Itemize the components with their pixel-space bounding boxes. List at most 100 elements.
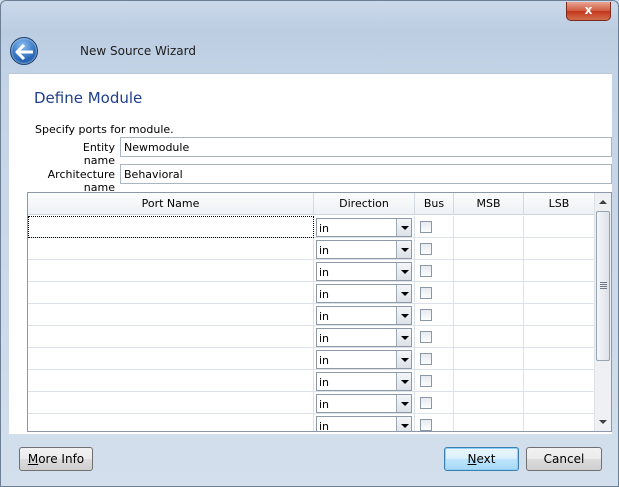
lsb-cell[interactable]	[524, 282, 595, 304]
bus-checkbox[interactable]	[420, 353, 432, 365]
bus-checkbox[interactable]	[420, 243, 432, 255]
msb-cell[interactable]	[454, 392, 524, 414]
ports-grid: Port Name Direction Bus MSB LSB in in in in…	[27, 192, 612, 432]
back-button[interactable]	[10, 37, 38, 65]
bus-checkbox[interactable]	[420, 331, 432, 343]
lsb-cell[interactable]	[524, 392, 595, 414]
chevron-down-icon[interactable]	[396, 351, 411, 368]
port-name-cell[interactable]	[28, 216, 314, 238]
direction-select[interactable]: in	[316, 262, 412, 281]
lsb-cell[interactable]	[524, 260, 595, 282]
bus-checkbox[interactable]	[420, 221, 432, 233]
chevron-down-icon[interactable]	[396, 285, 411, 302]
lsb-cell[interactable]	[524, 304, 595, 326]
port-name-cell[interactable]	[28, 260, 314, 282]
column-header-lsb[interactable]: LSB	[524, 193, 595, 215]
bus-cell	[415, 348, 454, 370]
direction-select[interactable]: in	[316, 240, 412, 259]
direction-select[interactable]: in	[316, 394, 412, 413]
back-arrow-icon	[15, 43, 33, 61]
cancel-button[interactable]: Cancel	[526, 447, 602, 471]
port-name-cell[interactable]	[28, 392, 314, 414]
column-header-msb[interactable]: MSB	[454, 193, 524, 215]
window-title: New Source Wizard	[80, 44, 196, 58]
next-button[interactable]: Next	[444, 447, 519, 471]
chevron-down-icon[interactable]	[396, 395, 411, 412]
direction-value: in	[319, 266, 330, 279]
table-row: in	[28, 238, 595, 260]
direction-value: in	[319, 244, 330, 257]
chevron-down-icon[interactable]	[396, 219, 411, 236]
lsb-cell[interactable]	[524, 326, 595, 348]
entity-name-field[interactable]: Newmodule	[120, 137, 612, 157]
msb-cell[interactable]	[454, 238, 524, 260]
bus-checkbox[interactable]	[420, 287, 432, 299]
bus-cell	[415, 370, 454, 392]
table-row: in	[28, 216, 595, 238]
bus-checkbox[interactable]	[420, 419, 432, 431]
direction-value: in	[319, 332, 330, 345]
port-name-cell[interactable]	[28, 414, 314, 431]
msb-cell[interactable]	[454, 326, 524, 348]
chevron-down-icon[interactable]	[396, 417, 411, 431]
msb-cell[interactable]	[454, 304, 524, 326]
direction-cell: in	[314, 304, 415, 326]
port-name-cell[interactable]	[28, 326, 314, 348]
direction-select[interactable]: in	[316, 350, 412, 369]
direction-value: in	[319, 420, 330, 432]
lsb-cell[interactable]	[524, 348, 595, 370]
more-info-mnemonic: M	[27, 452, 39, 466]
bus-cell	[415, 414, 454, 431]
direction-value: in	[319, 222, 330, 235]
column-header-port-name[interactable]: Port Name	[28, 193, 314, 215]
more-info-button[interactable]: More Info	[19, 447, 93, 471]
lsb-cell[interactable]	[524, 414, 595, 431]
wizard-window: x New Source Wizard Define Module Specif…	[0, 0, 619, 487]
port-name-cell[interactable]	[28, 282, 314, 304]
direction-cell: in	[314, 326, 415, 348]
scroll-up-arrow-icon[interactable]	[595, 194, 611, 210]
column-header-bus[interactable]: Bus	[415, 193, 454, 215]
port-name-cell[interactable]	[28, 348, 314, 370]
direction-select[interactable]: in	[316, 372, 412, 391]
wizard-page: Define Module Specify ports for module. …	[9, 73, 612, 435]
msb-cell[interactable]	[454, 216, 524, 238]
msb-cell[interactable]	[454, 370, 524, 392]
more-info-label: ore Info	[38, 452, 85, 466]
port-name-cell[interactable]	[28, 304, 314, 326]
lsb-cell[interactable]	[524, 238, 595, 260]
chevron-down-icon[interactable]	[396, 241, 411, 258]
scroll-down-arrow-icon[interactable]	[595, 414, 611, 430]
direction-select[interactable]: in	[316, 218, 412, 237]
bus-checkbox[interactable]	[420, 397, 432, 409]
chevron-down-icon[interactable]	[396, 329, 411, 346]
msb-cell[interactable]	[454, 414, 524, 431]
next-mnemonic: N	[467, 452, 477, 466]
scrollbar-thumb[interactable]	[596, 211, 610, 361]
direction-select[interactable]: in	[316, 416, 412, 432]
port-name-cell[interactable]	[28, 238, 314, 260]
msb-cell[interactable]	[454, 282, 524, 304]
bus-checkbox[interactable]	[420, 265, 432, 277]
msb-cell[interactable]	[454, 260, 524, 282]
vertical-scrollbar[interactable]	[594, 193, 611, 431]
direction-value: in	[319, 398, 330, 411]
direction-select[interactable]: in	[316, 306, 412, 325]
bus-checkbox[interactable]	[420, 375, 432, 387]
port-name-cell[interactable]	[28, 370, 314, 392]
chevron-down-icon[interactable]	[396, 307, 411, 324]
close-button[interactable]: x	[566, 2, 611, 21]
direction-value: in	[319, 310, 330, 323]
direction-select[interactable]: in	[316, 284, 412, 303]
bus-cell	[415, 238, 454, 260]
msb-cell[interactable]	[454, 348, 524, 370]
column-header-direction[interactable]: Direction	[314, 193, 415, 215]
direction-select[interactable]: in	[316, 328, 412, 347]
chevron-down-icon[interactable]	[396, 263, 411, 280]
chevron-down-icon[interactable]	[396, 373, 411, 390]
lsb-cell[interactable]	[524, 216, 595, 238]
direction-cell: in	[314, 282, 415, 304]
lsb-cell[interactable]	[524, 370, 595, 392]
architecture-name-field[interactable]: Behavioral	[120, 164, 612, 184]
bus-checkbox[interactable]	[420, 309, 432, 321]
